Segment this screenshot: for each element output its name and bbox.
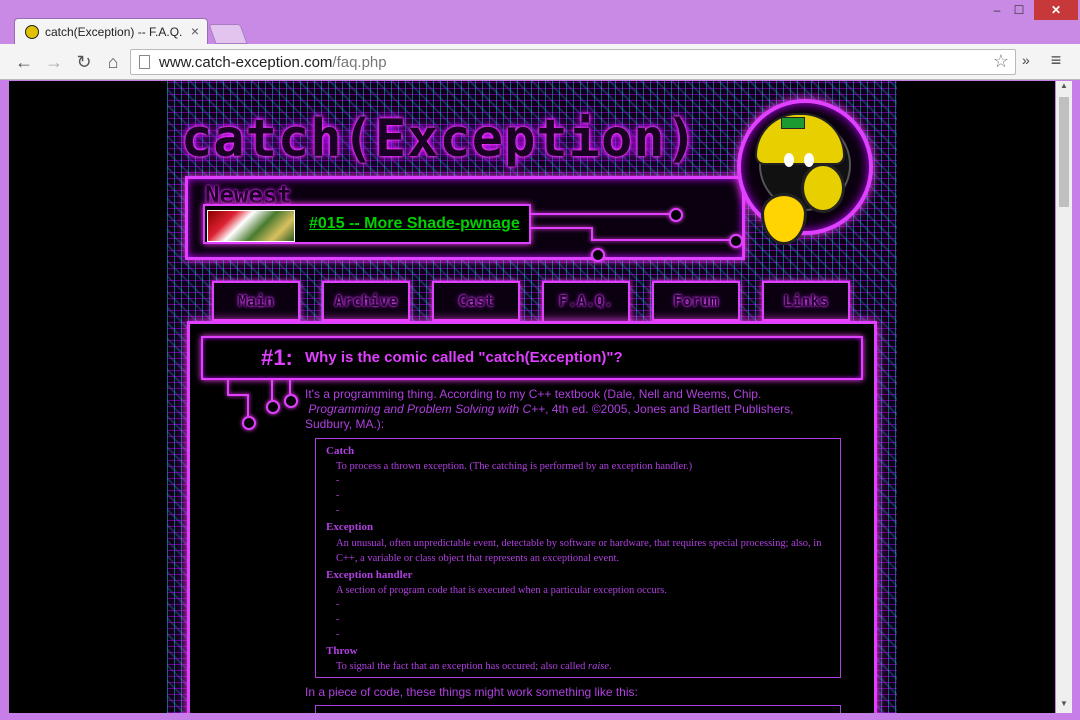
definition-text: To process a thrown exception. (The catc… [336, 461, 693, 472]
code-intro: In a piece of code, these things might w… [305, 685, 638, 699]
url-path: /faq.php [332, 54, 387, 71]
mascot-earpiece [801, 163, 845, 213]
definition-text: An unusual, often unpredictable event, d… [336, 538, 822, 564]
definition-term: Catch [326, 445, 355, 457]
definition-text-end: . [609, 661, 612, 672]
circuit-trace [227, 394, 249, 396]
circuit-node [669, 208, 683, 222]
scroll-up-icon[interactable]: ▲ [1056, 81, 1072, 95]
definition-dash: - [336, 614, 340, 625]
circuit-trace [247, 394, 249, 416]
code-box [315, 705, 841, 713]
url-text[interactable]: www.catch-exception.com/faq.php [159, 54, 387, 71]
nav-tab-forum[interactable]: Forum [652, 281, 740, 321]
nav-tab-main[interactable]: Main [212, 281, 300, 321]
circuit-node [591, 248, 605, 262]
page-icon [139, 55, 150, 69]
definition-text: A section of program code that is execut… [336, 585, 667, 596]
definition-dash: - [336, 599, 340, 610]
circuit-node [266, 400, 280, 414]
book-title: Programming and Problem Solving with C++ [308, 402, 546, 416]
mascot-eye [784, 153, 794, 167]
browser-tab[interactable]: catch(Exception) -- F.A.Q. × [14, 18, 208, 45]
circuit-trace [271, 380, 273, 400]
circuit-trace [531, 213, 671, 215]
definition-dash: - [336, 505, 340, 516]
forward-arrow-icon[interactable]: → [42, 50, 66, 74]
site-logo[interactable]: catch(Exception) [181, 109, 698, 169]
circuit-trace [227, 380, 229, 394]
circuit-trace [591, 239, 731, 241]
url-domain: www.catch-exception.com [159, 54, 333, 71]
definition-term: Throw [326, 645, 358, 657]
nav-tab-cast[interactable]: Cast [432, 281, 520, 321]
definition-text-main: To signal the fact that an exception has… [336, 661, 589, 672]
chrome-menu-icon[interactable]: ≡ [1046, 50, 1066, 71]
mascot-helmet-emblem [781, 117, 805, 129]
definition-dash: - [336, 475, 340, 486]
definition-term: Exception handler [326, 569, 413, 581]
favicon-icon [25, 25, 39, 39]
answer-line: It's a programming thing. According to m… [305, 387, 762, 401]
definition-dash: - [336, 490, 340, 501]
close-window-button[interactable]: ✕ [1034, 0, 1078, 20]
newest-comic-link[interactable]: #015 -- More Shade-pwnage [309, 215, 520, 233]
window-bottom-frame [0, 713, 1080, 720]
nav-tab-links[interactable]: Links [762, 281, 850, 321]
definition-text: To signal the fact that an exception has… [336, 659, 832, 674]
nav-tab-faq[interactable]: F.A.Q. [542, 281, 630, 325]
answer-intro: It's a programming thing. According to m… [305, 387, 825, 432]
bookmark-star-icon[interactable]: ☆ [993, 51, 1009, 72]
extensions-overflow-icon[interactable]: » [1022, 52, 1030, 68]
definition-term: Exception [326, 521, 374, 533]
tab-title: catch(Exception) -- F.A.Q. [45, 25, 183, 39]
scrollbar[interactable]: ▲ ▼ [1056, 81, 1072, 713]
newest-comic-thumbnail[interactable] [207, 210, 295, 242]
minimize-button[interactable]: – [986, 0, 1008, 20]
maximize-button[interactable]: ☐ [1008, 0, 1030, 20]
back-arrow-icon[interactable]: ← [12, 50, 36, 74]
circuit-trace [531, 227, 591, 229]
circuit-node [242, 416, 256, 430]
circuit-node [284, 394, 298, 408]
scroll-down-icon[interactable]: ▼ [1056, 699, 1072, 713]
definition-dash: - [336, 629, 340, 640]
address-bar[interactable]: www.catch-exception.com/faq.php ☆ [130, 49, 1016, 75]
tab-close-icon[interactable]: × [191, 23, 199, 39]
scrollbar-thumb[interactable] [1059, 97, 1069, 207]
page-viewport: catch(Exception) Newest #015 -- More Sha… [9, 81, 1055, 713]
answer-line: , 4th ed. ©2005, Jones and Bartlett Publ… [545, 402, 794, 416]
nav-tab-archive[interactable]: Archive [322, 281, 410, 321]
new-tab-button[interactable] [208, 24, 248, 44]
question-title: Why is the comic called "catch(Exception… [305, 349, 623, 366]
definition-text-italic: raise [588, 661, 610, 672]
circuit-trace [289, 380, 291, 394]
browser-toolbar: ← → ↻ ⌂ www.catch-exception.com/faq.php … [0, 44, 1080, 80]
home-icon[interactable]: ⌂ [101, 50, 125, 74]
circuit-node [729, 234, 743, 248]
question-number: #1: [261, 345, 293, 370]
answer-line: Sudbury, MA.): [305, 417, 385, 431]
reload-icon[interactable]: ↻ [72, 50, 96, 74]
